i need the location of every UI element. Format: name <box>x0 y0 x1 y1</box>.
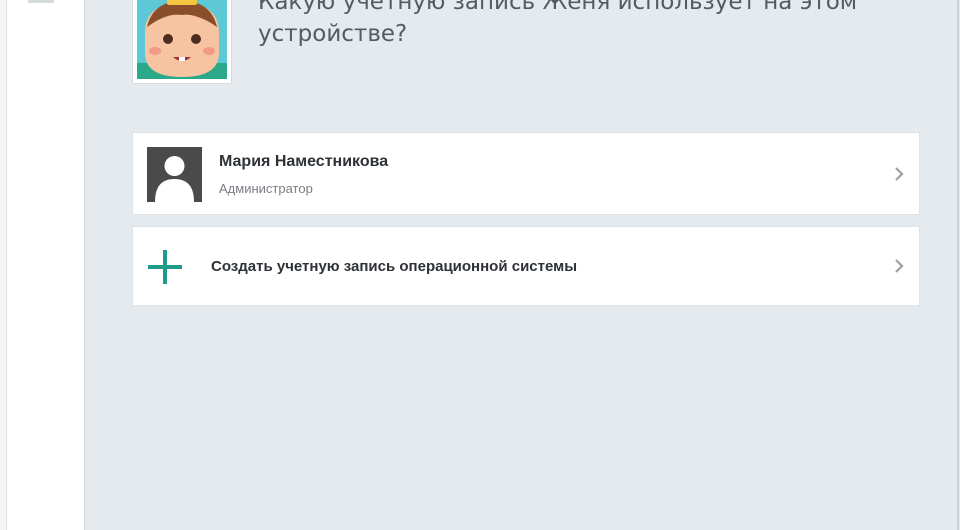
page-question: Какую учетную запись Женя использует на … <box>258 0 858 47</box>
account-card-maria[interactable]: Мария Наместникова Администратор <box>132 132 920 215</box>
chevron-right-icon <box>895 167 904 181</box>
left-pane <box>0 0 85 530</box>
account-role: Администратор <box>219 181 313 196</box>
child-avatar <box>132 0 232 84</box>
account-name: Мария Наместникова <box>219 153 389 170</box>
chevron-right-icon <box>895 259 904 273</box>
plus-icon <box>148 250 182 284</box>
left-pane-edge <box>0 0 7 530</box>
create-account-label: Создать учетную запись операционной сист… <box>211 258 578 275</box>
child-avatar-icon <box>133 0 231 83</box>
left-pane-tab <box>28 0 54 3</box>
create-account-button[interactable]: Создать учетную запись операционной сист… <box>132 226 920 306</box>
user-silhouette-icon <box>147 147 202 202</box>
